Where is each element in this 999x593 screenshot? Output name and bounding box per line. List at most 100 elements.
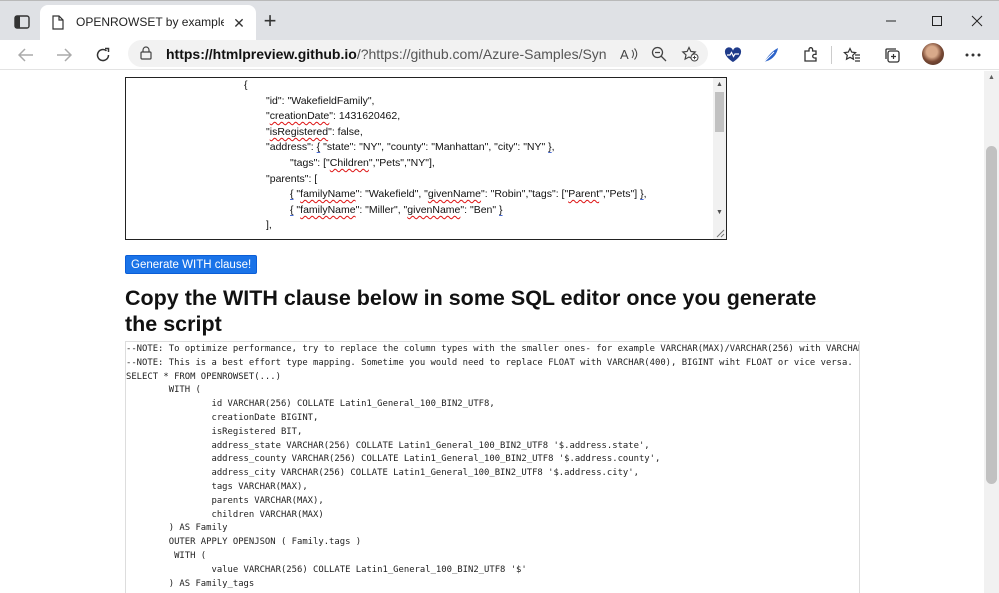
profile-avatar[interactable] [922,43,944,65]
browser-tab-active[interactable]: OPENROWSET by example - Synapse ✕ [40,5,256,41]
favorites-icon [843,47,860,62]
zoom-button[interactable] [648,44,670,64]
sql-line: ) AS Family [168,523,228,534]
json-text: { "id": "WakefieldFamily", "creationDate… [126,78,647,234]
sql-line: SELECT * FROM OPENROWSET(...) [126,371,281,382]
svg-text:A: A [620,47,629,61]
sql-line: ) AS Family_tags [168,578,255,589]
sql-line [126,441,212,451]
new-tab-button[interactable]: + [258,10,282,34]
sql-line [126,579,169,589]
back-arrow-icon [18,48,33,62]
forward-arrow-icon [57,48,72,62]
lock-icon [140,46,152,65]
maximize-button[interactable] [915,7,959,35]
tab-strip: OPENROWSET by example - Synapse ✕ + [0,0,999,41]
toolbar-separator [831,46,832,64]
maximize-icon [932,16,942,26]
sql-line [126,468,212,478]
json-line: { "familyName": "Miller", "givenName": "… [290,203,503,216]
puzzle-icon [804,47,817,62]
sql-line: --NOTE: To optimize performance, try to … [126,344,860,354]
page-icon [52,15,64,35]
read-aloud-button[interactable]: A [618,44,640,64]
extensions-button[interactable] [798,42,824,68]
sql-line: tags VARCHAR(MAX), [211,481,308,492]
generate-with-clause-button[interactable]: Generate WITH clause! [125,255,258,274]
settings-menu-button[interactable] [960,42,986,68]
close-tab-icon[interactable]: ✕ [230,14,248,32]
favorites-button[interactable] [839,42,865,68]
json-line: { "familyName": "Wakefield", "givenName"… [290,188,647,201]
collections-button[interactable] [879,42,905,68]
navigation-bar: https://htmlpreview.github.io/?https://g… [0,40,999,70]
json-input-textarea[interactable]: { "id": "WakefieldFamily", "creationDate… [125,77,727,240]
scroll-up-icon[interactable]: ▲ [715,81,724,88]
page-content: { "id": "WakefieldFamily", "creationDate… [0,71,984,593]
json-line: "parents": [ [266,172,318,185]
feather-icon [763,48,778,63]
sql-line: parents VARCHAR(MAX), [211,495,324,506]
json-line: "id": "WakefieldFamily", [266,94,375,107]
sql-line [126,523,169,533]
tab-actions-icon [14,15,30,29]
add-favorite-button[interactable] [679,44,701,64]
textarea-scroll-thumb[interactable] [715,92,724,132]
page-heading: Copy the WITH clause below in some SQL e… [125,286,817,336]
address-bar[interactable]: https://htmlpreview.github.io/?https://g… [128,40,708,67]
close-window-button[interactable] [955,7,999,35]
url-text: https://htmlpreview.github.io/?https://g… [166,46,606,62]
sql-line [126,482,212,492]
sql-line: children VARCHAR(MAX) [211,509,324,520]
sql-line: OUTER APPLY OPENJSON ( Family.tags ) [168,537,362,548]
close-icon [971,15,983,27]
read-aloud-icon: A [620,47,638,61]
star-add-icon [681,46,699,62]
sql-line: address_city VARCHAR(256) COLLATE Latin1… [211,468,639,479]
sql-line [126,413,212,423]
sql-line [126,537,169,547]
page-scrollbar[interactable]: ▲ [984,71,999,593]
minimize-button[interactable] [869,7,913,35]
sql-line: creationDate BIGINT, [211,412,319,423]
json-line: "tags": ["Children","Pets","NY"], [290,156,435,169]
sql-line: --NOTE: This is a best effort type mappi… [126,357,853,368]
url-path: /?https://github.com/Azure-Samples/Synap… [356,46,606,62]
url-host: https://htmlpreview.github.io [166,46,357,62]
resize-grip-icon[interactable] [715,228,725,238]
collections-icon [885,48,900,63]
sql-line [126,496,212,506]
forward-button[interactable] [50,42,78,68]
sql-line [126,510,212,520]
refresh-icon [96,47,110,62]
sql-line: WITH ( [174,550,207,561]
sql-text: --NOTE: To optimize performance, try to … [126,343,860,591]
sql-line: address_county VARCHAR(256) COLLATE Lati… [211,454,661,465]
json-line: "address": { "state": "NY", "county": "M… [266,141,555,154]
sql-line: address_state VARCHAR(256) COLLATE Latin… [211,440,650,451]
page-scroll-up-icon[interactable]: ▲ [987,74,996,82]
sql-line: value VARCHAR(256) COLLATE Latin1_Genera… [211,564,527,575]
json-line: "creationDate": 1431620462, [266,110,401,123]
sql-line [126,454,212,464]
sql-line [126,385,169,395]
sql-line [126,399,212,409]
page-scroll-thumb[interactable] [986,146,997,484]
json-line: "isRegistered": false, [266,125,363,138]
back-button[interactable] [12,42,40,68]
sql-line: id VARCHAR(256) COLLATE Latin1_General_1… [211,399,495,410]
browser-essentials-button[interactable] [720,42,746,68]
scroll-down-icon[interactable]: ▼ [715,209,724,216]
json-line: { [244,79,248,91]
refresh-button[interactable] [89,42,117,68]
sql-output[interactable]: --NOTE: To optimize performance, try to … [125,341,860,593]
textarea-scrollbar[interactable]: ▲ ▼ [713,78,726,239]
sql-line [126,551,174,561]
extension-button[interactable] [758,42,784,68]
more-dots-icon [965,53,981,57]
heart-pulse-icon [724,47,742,62]
zoom-out-icon [651,46,667,62]
sql-line: isRegistered BIT, [211,426,303,437]
sql-line: WITH ( [168,385,201,396]
tab-actions-button[interactable] [8,9,36,35]
